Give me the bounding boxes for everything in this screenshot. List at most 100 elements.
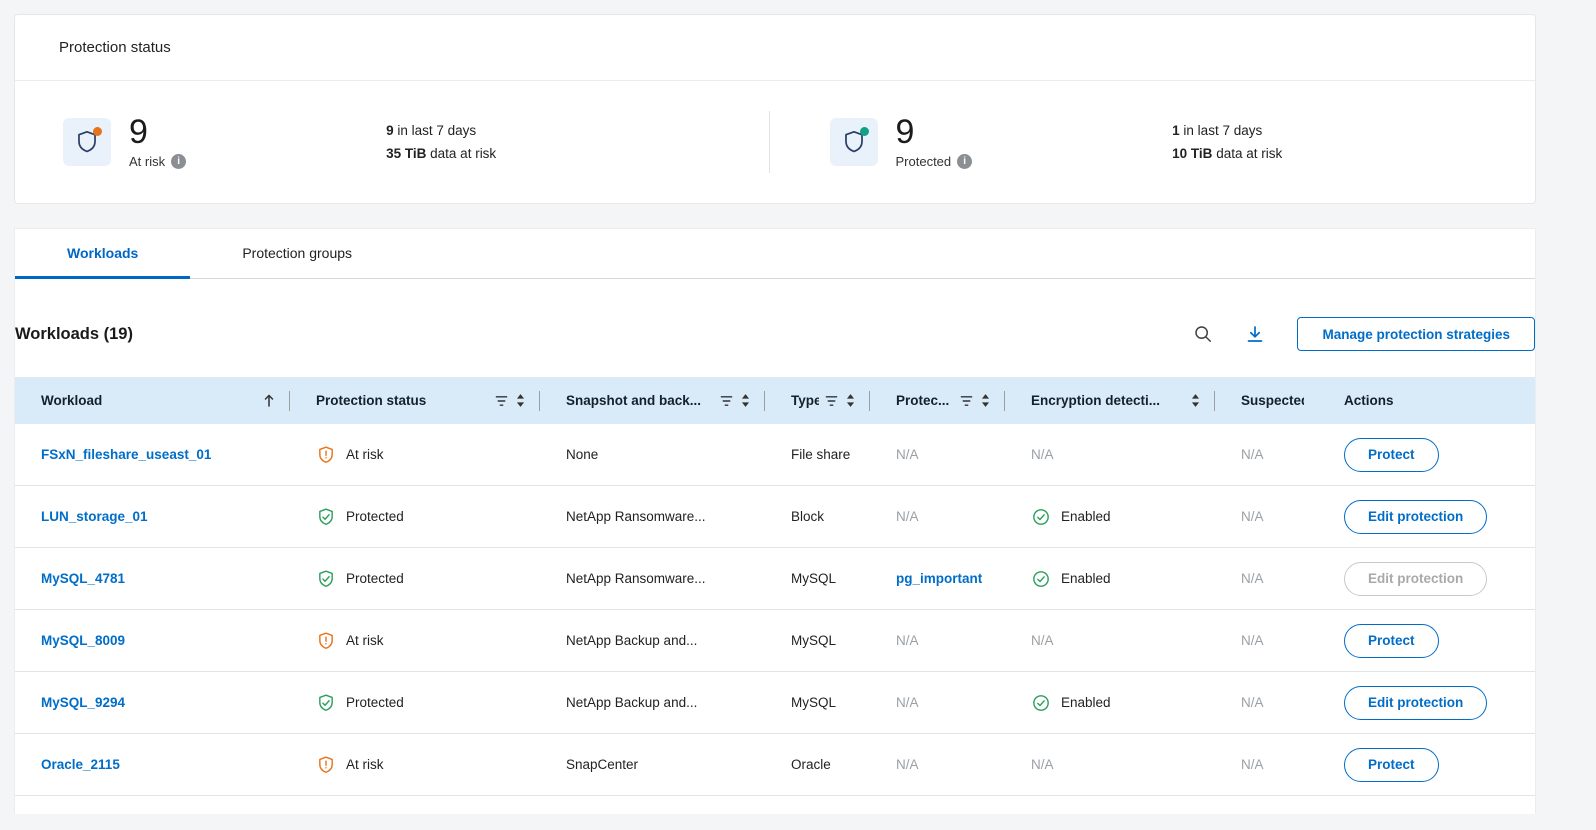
enabled-check-icon [1031, 569, 1051, 589]
suspected-user-value: N/A [1241, 571, 1264, 586]
snapshot-policy-text: NetApp Backup and... [566, 633, 697, 648]
search-icon[interactable] [1193, 324, 1213, 344]
table-header-row: Workload Protection status Snapshot and ba… [15, 377, 1535, 424]
protection-group-link[interactable]: pg_important [896, 571, 982, 586]
info-icon[interactable]: i [171, 154, 186, 169]
workloads-toolbar: Workloads (19) Manage protection strateg… [15, 317, 1535, 351]
column-header-type[interactable]: Type [765, 377, 870, 424]
column-label: Snapshot and back... [566, 393, 701, 408]
tab-workloads[interactable]: Workloads [15, 229, 190, 279]
enabled-check-icon [1031, 693, 1051, 713]
table-body: FSxN_fileshare_useast_01At riskNoneFile … [15, 424, 1535, 796]
enabled-check-icon [1031, 507, 1051, 527]
edit-protection-button[interactable]: Edit protection [1344, 686, 1487, 720]
sort-icon[interactable] [740, 393, 751, 408]
column-header-snapshot-and-back[interactable]: Snapshot and back... [540, 377, 765, 424]
protection-status-text: Protected [346, 509, 404, 524]
encryption-status-text: Enabled [1061, 571, 1111, 586]
column-label: Suspected u... [1241, 393, 1304, 408]
workloads-count-title: Workloads (19) [15, 325, 133, 344]
protection-status-text: At risk [346, 447, 384, 462]
workload-type-text: Block [791, 509, 824, 524]
column-label: Encryption detecti... [1031, 393, 1160, 408]
at-risk-data-text: data at risk [426, 146, 496, 161]
tab-protection-groups[interactable]: Protection groups [190, 229, 404, 279]
column-label: Workload [41, 393, 102, 408]
suspected-user-value: N/A [1241, 695, 1264, 710]
column-label: Actions [1344, 393, 1394, 408]
sort-icon[interactable] [980, 393, 991, 408]
protected-shield-icon [316, 569, 336, 589]
protected-shield-icon [830, 118, 878, 166]
table-row: LUN_storage_01ProtectedNetApp Ransomware… [15, 486, 1535, 548]
workload-link[interactable]: MySQL_4781 [41, 571, 125, 586]
column-header-encryption-detecti[interactable]: Encryption detecti... [1005, 377, 1215, 424]
column-label: Protec... [896, 393, 949, 408]
workload-link[interactable]: FSxN_fileshare_useast_01 [41, 447, 211, 462]
column-header-protec[interactable]: Protec... [870, 377, 1005, 424]
table-row: MySQL_8009At riskNetApp Backup and...MyS… [15, 610, 1535, 672]
filter-icon[interactable] [720, 395, 733, 407]
at-risk-shield-icon [316, 445, 336, 465]
edit-protection-button[interactable]: Edit protection [1344, 500, 1487, 534]
at-risk-last7-text: in last 7 days [394, 123, 477, 138]
at-risk-last7-value: 9 [386, 123, 394, 138]
workload-link[interactable]: MySQL_9294 [41, 695, 125, 710]
column-label: Protection status [316, 393, 426, 408]
protected-shield-icon [316, 507, 336, 527]
protected-count: 9 [896, 115, 973, 151]
at-risk-data-value: 35 TiB [386, 146, 426, 161]
table-row: Oracle_2115 At risk SnapCenter Oracle N/A N/A… [15, 734, 1535, 796]
protection-status-text: At risk [346, 757, 384, 772]
protect-button[interactable]: Protect [1344, 438, 1439, 472]
protection-status-card: Protection status 9 At risk i 9 in last … [14, 14, 1536, 204]
workload-link[interactable]: LUN_storage_01 [41, 509, 148, 524]
sort-icon[interactable] [515, 393, 526, 408]
suspected-user-value: N/A [1241, 757, 1264, 772]
protected-last7-value: 1 [1172, 123, 1180, 138]
table-row: MySQL_9294ProtectedNetApp Backup and...M… [15, 672, 1535, 734]
info-icon[interactable]: i [957, 154, 972, 169]
table-row: MySQL_4781 Protected NetApp Ransomware... M… [15, 548, 1535, 610]
workloads-table: Workload Protection status Snapshot and ba… [15, 377, 1535, 796]
protection-status-text: At risk [346, 633, 384, 648]
at-risk-count-block: 9 At risk i [129, 115, 186, 169]
protected-count-block: 9 Protected i [896, 115, 973, 169]
protected-last7-text: in last 7 days [1180, 123, 1263, 138]
protection-group-value: N/A [896, 633, 919, 648]
at-risk-label: At risk [129, 154, 165, 169]
toolbar-actions: Manage protection strategies [1193, 317, 1535, 351]
sort-icon[interactable] [1190, 393, 1201, 408]
column-header-actions[interactable]: Actions [1318, 377, 1535, 424]
protection-status-header: Protection status [15, 15, 1535, 81]
sort-icon[interactable] [845, 393, 856, 408]
protect-button[interactable]: Protect [1344, 748, 1439, 782]
filter-icon[interactable] [825, 395, 838, 407]
download-icon[interactable] [1245, 324, 1265, 344]
protection-group-value: N/A [896, 695, 919, 710]
snapshot-policy-text: NetApp Backup and... [566, 695, 697, 710]
protected-dot-icon [860, 127, 869, 136]
edit-protection-button: Edit protection [1344, 562, 1487, 596]
workload-link[interactable]: Oracle_2115 [41, 757, 120, 772]
filter-icon[interactable] [960, 395, 973, 407]
workload-type-text: File share [791, 447, 850, 462]
manage-protection-strategies-button[interactable]: Manage protection strategies [1297, 317, 1535, 351]
protection-status-text: Protected [346, 571, 404, 586]
column-header-suspected-u[interactable]: Suspected u... [1215, 377, 1318, 424]
workload-type-text: MySQL [791, 571, 836, 586]
column-header-workload[interactable]: Workload [15, 377, 290, 424]
protect-button[interactable]: Protect [1344, 624, 1439, 658]
protection-status-title: Protection status [59, 39, 171, 56]
protected-label: Protected [896, 154, 952, 169]
encryption-status-text: N/A [1031, 757, 1054, 772]
workload-link[interactable]: MySQL_8009 [41, 633, 125, 648]
column-header-protection-status[interactable]: Protection status [290, 377, 540, 424]
filter-icon[interactable] [495, 395, 508, 407]
snapshot-policy-text: SnapCenter [566, 757, 638, 772]
protection-group-value: N/A [896, 447, 919, 462]
protection-status-text: Protected [346, 695, 404, 710]
sort-asc-icon[interactable] [262, 393, 276, 408]
workload-type-text: Oracle [791, 757, 831, 772]
snapshot-policy-text: NetApp Ransomware... [566, 571, 706, 586]
